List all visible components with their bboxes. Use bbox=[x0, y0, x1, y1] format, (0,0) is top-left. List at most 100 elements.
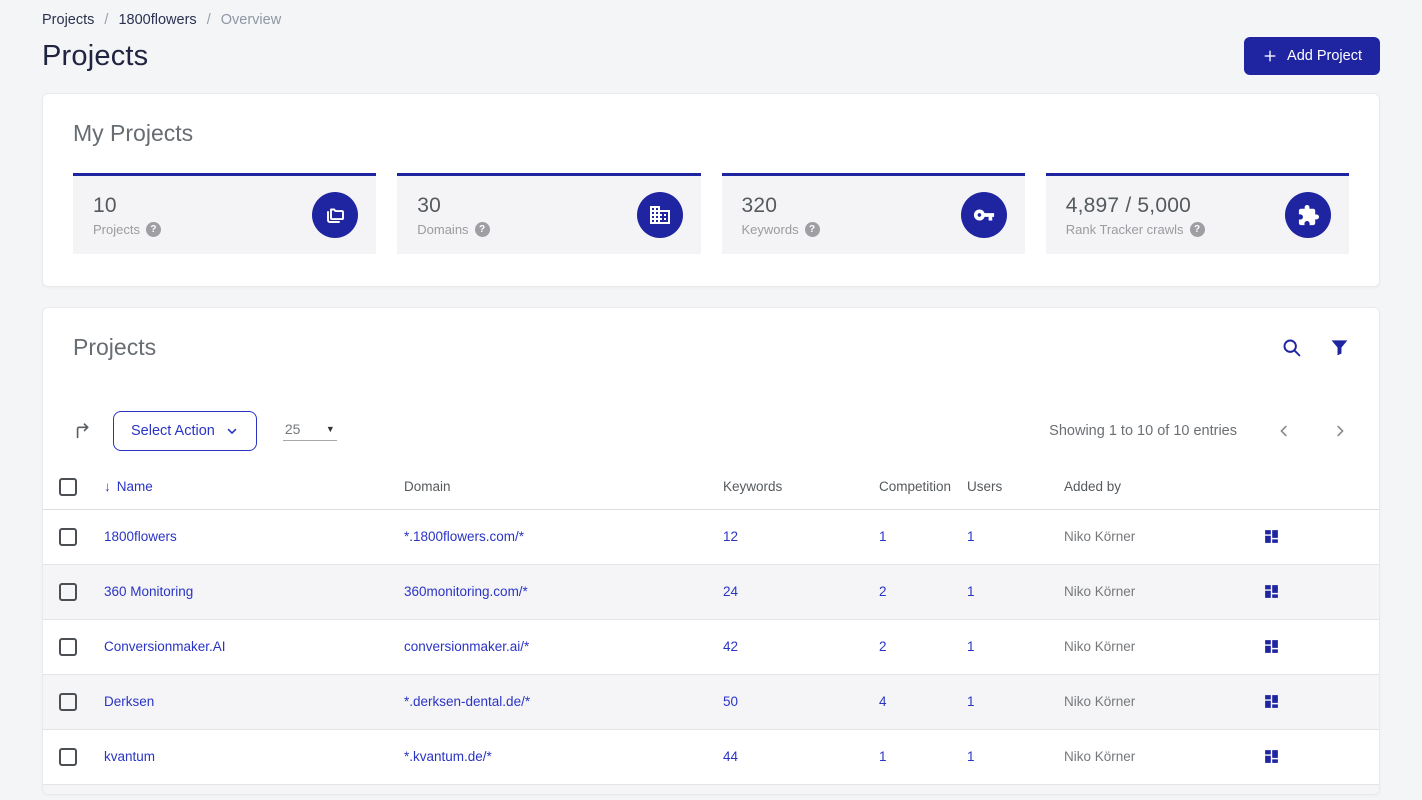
table-row: Conversionmaker.AI conversionmaker.ai/* … bbox=[43, 619, 1379, 675]
table-controls: Select Action 25 ▼ Showing 1 to 10 of 10… bbox=[43, 409, 1379, 453]
added-by-cell: Niko Körner bbox=[1048, 509, 1247, 565]
project-domain-link[interactable]: conversionmaker.ai/* bbox=[404, 639, 529, 654]
stat-label: Domains bbox=[417, 221, 469, 237]
column-header-name[interactable]: ↓ Name bbox=[88, 465, 388, 510]
add-project-button[interactable]: Add Project bbox=[1244, 37, 1380, 75]
breadcrumb-separator: / bbox=[206, 12, 211, 28]
added-by-cell: Niko Körner bbox=[1048, 619, 1247, 675]
breadcrumb-overview: Overview bbox=[220, 12, 282, 28]
table-row: 1800flowers *.1800flowers.com/* 12 1 1 N… bbox=[43, 509, 1379, 565]
keywords-count-link[interactable]: 24 bbox=[723, 584, 738, 599]
table-row: kvantum *.kvantum.de/* 44 1 1 Niko Körne… bbox=[43, 729, 1379, 785]
project-domain-link[interactable]: *.kvantum.de/* bbox=[404, 749, 492, 764]
key-icon bbox=[960, 192, 1007, 238]
stat-label: Keywords bbox=[741, 221, 799, 237]
competition-count-link[interactable]: 2 bbox=[879, 584, 887, 599]
column-header-users[interactable]: Users bbox=[951, 465, 1048, 510]
competition-count-link[interactable]: 2 bbox=[879, 639, 887, 654]
keywords-count-link[interactable]: 12 bbox=[723, 529, 738, 544]
search-icon[interactable] bbox=[1281, 337, 1302, 358]
stat-value: 30 bbox=[417, 193, 442, 217]
row-checkbox[interactable] bbox=[59, 582, 77, 601]
breadcrumb-separator: / bbox=[104, 12, 109, 28]
stat-card-projects: 10 Projects ? bbox=[73, 173, 377, 254]
stat-card-domains: 30 Domains ? bbox=[397, 173, 701, 254]
stat-value: 4,897 / 5,000 bbox=[1065, 193, 1191, 217]
dashboard-icon[interactable] bbox=[1263, 748, 1280, 765]
row-checkbox[interactable] bbox=[59, 637, 77, 656]
dashboard-icon[interactable] bbox=[1263, 693, 1280, 710]
stat-value: 10 bbox=[93, 193, 117, 217]
help-icon[interactable]: ? bbox=[474, 221, 490, 237]
project-name-link[interactable]: Conversionmaker.AI bbox=[104, 639, 226, 654]
users-count-link[interactable]: 1 bbox=[967, 584, 975, 599]
pagination bbox=[1237, 422, 1349, 440]
help-icon[interactable]: ? bbox=[804, 221, 820, 237]
keywords-count-link[interactable]: 44 bbox=[723, 749, 738, 764]
row-checkbox[interactable] bbox=[59, 527, 77, 546]
export-icon[interactable] bbox=[73, 420, 95, 442]
page: Projects / 1800flowers / Overview Projec… bbox=[0, 0, 1422, 795]
table-row: Derksen *.derksen-dental.de/* 50 4 1 Nik… bbox=[43, 674, 1379, 730]
help-icon[interactable]: ? bbox=[145, 221, 161, 237]
stat-label: Rank Tracker crawls bbox=[1065, 221, 1184, 237]
column-header-competition[interactable]: Competition bbox=[863, 465, 951, 510]
project-domain-link[interactable]: *.1800flowers.com/* bbox=[404, 529, 524, 544]
project-domain-link[interactable]: 360monitoring.com/* bbox=[404, 584, 528, 599]
stat-card-crawls: 4,897 / 5,000 Rank Tracker crawls ? bbox=[1045, 173, 1349, 254]
added-by-cell: Niko Körner bbox=[1048, 729, 1247, 785]
select-caret-icon: ▼ bbox=[325, 424, 335, 434]
chevron-left-icon[interactable] bbox=[1275, 422, 1293, 440]
competition-count-link[interactable]: 1 bbox=[879, 749, 887, 764]
stats-grid: 10 Projects ? 30 Domains ? 320 Keywords … bbox=[73, 173, 1349, 254]
puzzle-icon bbox=[1285, 192, 1331, 238]
dashboard-icon[interactable] bbox=[1263, 528, 1280, 545]
add-project-label: Add Project bbox=[1287, 48, 1362, 64]
competition-count-link[interactable]: 4 bbox=[879, 694, 887, 709]
competition-count-link[interactable]: 1 bbox=[879, 529, 887, 544]
column-header-added-by[interactable]: Added by bbox=[1048, 465, 1247, 510]
dashboard-icon[interactable] bbox=[1263, 583, 1280, 600]
page-size-value: 25 bbox=[284, 421, 301, 437]
select-action-dropdown[interactable]: Select Action bbox=[113, 411, 257, 451]
projects-panel-heading: Projects bbox=[73, 334, 157, 360]
keywords-count-link[interactable]: 42 bbox=[723, 639, 738, 654]
project-name-link[interactable]: Derksen bbox=[104, 694, 154, 709]
users-count-link[interactable]: 1 bbox=[967, 529, 975, 544]
added-by-cell: Niko Körner bbox=[1048, 564, 1247, 620]
keywords-count-link[interactable]: 50 bbox=[723, 694, 738, 709]
select-all-checkbox[interactable] bbox=[59, 477, 77, 496]
chevron-down-icon bbox=[225, 424, 239, 438]
breadcrumb: Projects / 1800flowers / Overview bbox=[42, 12, 1380, 28]
project-name-link[interactable]: 1800flowers bbox=[104, 529, 177, 544]
row-checkbox[interactable] bbox=[59, 692, 77, 711]
dashboard-icon[interactable] bbox=[1263, 638, 1280, 655]
users-count-link[interactable]: 1 bbox=[967, 694, 975, 709]
table-row-partial bbox=[43, 784, 1379, 794]
breadcrumb-projects[interactable]: Projects bbox=[42, 12, 94, 28]
page-title: Projects bbox=[42, 39, 149, 72]
table-header-row: ↓ Name Domain Keywords Competition Users … bbox=[43, 465, 1379, 510]
chevron-right-icon[interactable] bbox=[1331, 422, 1349, 440]
column-header-keywords[interactable]: Keywords bbox=[707, 465, 863, 510]
projects-folders-icon bbox=[312, 192, 359, 238]
row-checkbox[interactable] bbox=[59, 747, 77, 766]
project-name-link[interactable]: 360 Monitoring bbox=[104, 584, 193, 599]
page-size-select[interactable]: 25 ▼ bbox=[282, 421, 337, 441]
my-projects-card: My Projects 10 Projects ? 30 Domains ? 3… bbox=[42, 93, 1380, 287]
plus-icon bbox=[1262, 48, 1278, 64]
project-domain-link[interactable]: *.derksen-dental.de/* bbox=[404, 694, 530, 709]
project-name-link[interactable]: kvantum bbox=[104, 749, 155, 764]
topbar: Projects / 1800flowers / Overview Projec… bbox=[42, 0, 1380, 75]
stat-label: Projects bbox=[93, 221, 140, 237]
help-icon[interactable]: ? bbox=[1189, 221, 1205, 237]
users-count-link[interactable]: 1 bbox=[967, 749, 975, 764]
users-count-link[interactable]: 1 bbox=[967, 639, 975, 654]
column-header-domain[interactable]: Domain bbox=[388, 465, 707, 510]
building-icon bbox=[636, 192, 683, 238]
filter-icon[interactable] bbox=[1330, 338, 1349, 357]
projects-table: ↓ Name Domain Keywords Competition Users … bbox=[43, 465, 1379, 785]
breadcrumb-1800flowers[interactable]: 1800flowers bbox=[118, 12, 196, 28]
added-by-cell: Niko Körner bbox=[1048, 674, 1247, 730]
table-body: 1800flowers *.1800flowers.com/* 12 1 1 N… bbox=[43, 509, 1379, 785]
